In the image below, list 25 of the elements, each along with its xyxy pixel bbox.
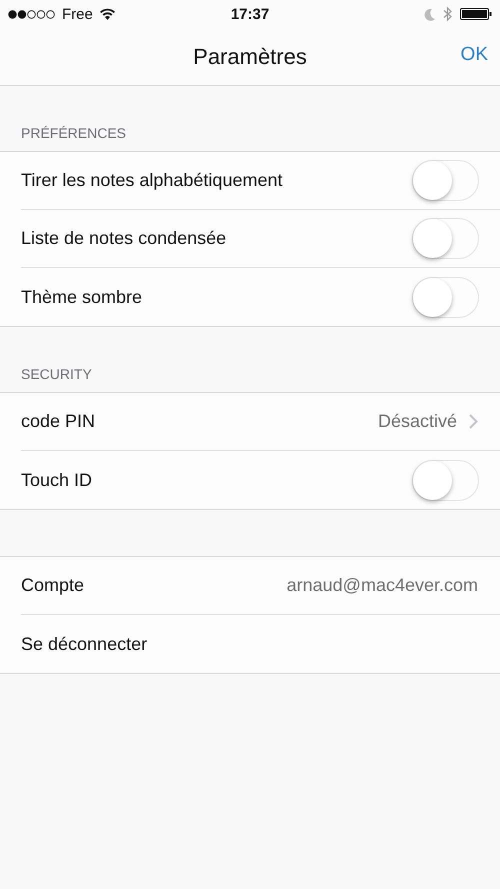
row-label: Liste de notes condensée [21, 228, 226, 249]
bluetooth-icon [443, 6, 452, 22]
moon-icon [424, 8, 435, 20]
clock-time: 17:37 [230, 6, 270, 22]
toggle-switch[interactable] [412, 460, 479, 500]
section-header: SECURITY [21, 366, 92, 382]
toggle-switch[interactable] [412, 276, 479, 318]
row-label: Tirer les notes alphabétiquement [21, 170, 282, 191]
signal-icon [8, 10, 56, 18]
screen-title: Paramètres [193, 44, 307, 70]
ok-button[interactable]: OK [460, 42, 488, 68]
row-label[interactable]: code PIN [21, 411, 96, 432]
row-label[interactable]: Se déconnecter [21, 634, 148, 654]
carrier-name: Free [62, 6, 93, 22]
section-header: PRÉFÉRENCES [21, 125, 126, 141]
row-value: Désactivé [378, 411, 457, 432]
row-label: Touch ID [21, 470, 92, 490]
row-label: Thème sombre [21, 286, 142, 308]
row-label: Compte [21, 575, 84, 596]
toggle-switch[interactable] [412, 218, 479, 259]
row-value: arnaud@mac4ever.com [286, 575, 478, 596]
chevron-right-icon [469, 414, 478, 429]
toggle-switch[interactable] [412, 160, 479, 201]
battery-icon [460, 8, 492, 20]
wifi-icon [98, 8, 116, 20]
